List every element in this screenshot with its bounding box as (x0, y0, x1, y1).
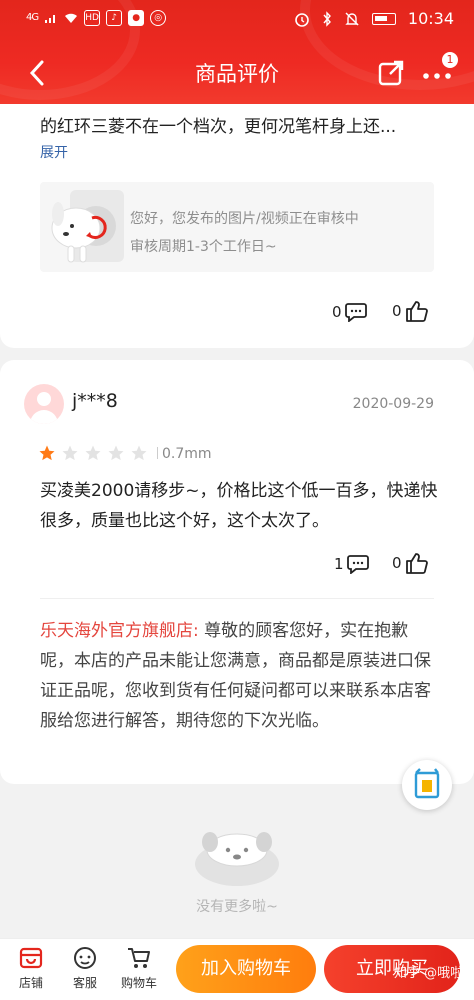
watermark: 知乎 @哦啦 (394, 966, 464, 981)
app-notify-icon: ◎ (150, 10, 167, 26)
star-empty-icon (108, 445, 124, 461)
divider (157, 447, 158, 459)
star-empty-icon (85, 445, 101, 461)
review-card: j***8 2020-09-29 0.7mm 买凌美2000请移步~，价格比这个… (0, 360, 474, 784)
comment-button[interactable]: 1 (334, 554, 369, 574)
signal-label: 4G (26, 12, 39, 23)
ask-button[interactable] (402, 760, 452, 810)
tab-customer-service[interactable]: 客服 (58, 945, 112, 991)
divider (40, 598, 434, 599)
comment-icon (344, 303, 367, 322)
wifi-icon (65, 13, 78, 23)
tab-label: 客服 (72, 976, 97, 990)
star-filled-icon (39, 445, 55, 461)
review-date: 2020-09-29 (352, 396, 434, 412)
clock: 10:34 (407, 9, 454, 28)
comment-count: 0 (332, 303, 342, 321)
share-icon[interactable] (378, 60, 404, 86)
review-text: 的红环三菱不在一个档次，更何况笔杆身上还... (40, 117, 397, 137)
joy-dog-mascot-icon (51, 190, 124, 263)
top-header: 4G HD ♪ ● ◎ 10:34 商品评价 1 (0, 0, 474, 104)
username: j***8 (72, 390, 118, 412)
avatar-placeholder-icon (30, 392, 58, 424)
cart-icon (128, 948, 150, 968)
like-button[interactable]: 0 (392, 552, 429, 574)
signal-icon (45, 15, 56, 23)
thumbs-up-icon (405, 301, 428, 322)
store-icon (19, 947, 43, 969)
joy-dog-mascot-icon (195, 832, 279, 886)
alarm-icon (295, 12, 309, 27)
tab-cart[interactable]: 购物车 (112, 945, 166, 991)
question-icon (414, 768, 440, 799)
shop-reply: 乐天海外官方旗舰店: 尊敬的顾客您好，实在抱歉呢，本店的产品未能让您满意，商品都… (40, 616, 440, 736)
tab-label: 店铺 (18, 976, 43, 990)
status-bar: 4G HD ♪ ● ◎ 10:34 (0, 0, 474, 38)
battery-icon (371, 12, 396, 25)
nav-bar: 商品评价 1 (0, 46, 474, 104)
app-notify-icon: ● (128, 10, 145, 26)
media-review-notice: 您好，您发布的图片/视频正在审核中 审核周期1-3个工作日~ (40, 182, 434, 272)
star-empty-icon (131, 445, 147, 461)
tab-store[interactable]: 店铺 (4, 945, 58, 991)
mute-icon (345, 12, 359, 25)
star-rating (38, 444, 158, 462)
comment-button[interactable]: 0 (332, 302, 367, 322)
end-of-list-text: 没有更多啦~ (196, 899, 278, 915)
product-spec: 0.7mm (162, 446, 212, 462)
star-empty-icon (62, 445, 78, 461)
comment-icon (346, 555, 369, 574)
shop-name: 乐天海外官方旗舰店: (40, 621, 199, 641)
like-button[interactable]: 0 (392, 300, 429, 322)
like-count: 0 (392, 554, 402, 572)
like-count: 0 (392, 302, 402, 320)
hd-icon: HD (84, 10, 101, 26)
customer-service-icon (74, 947, 96, 969)
expand-link[interactable]: 展开 (40, 142, 68, 162)
review-notice-text: 审核周期1-3个工作日~ (130, 239, 277, 255)
avatar (24, 384, 64, 424)
thumbs-up-icon (405, 553, 428, 574)
bluetooth-icon (323, 10, 331, 27)
review-card: 的红环三菱不在一个档次，更何况笔杆身上还... 展开 您好，您发布的图片/视频正… (0, 104, 474, 348)
notification-badge: 1 (442, 52, 458, 68)
tab-label: 购物车 (120, 976, 157, 990)
add-to-cart-button[interactable]: 加入购物车 (176, 945, 316, 993)
comment-count: 1 (334, 555, 344, 573)
music-app-icon: ♪ (106, 10, 123, 26)
review-text: 买凌美2000请移步~，价格比这个低一百多，快递快很多，质量也比这个好，这个太次… (40, 481, 438, 531)
review-notice-text: 您好，您发布的图片/视频正在审核中 (130, 211, 359, 227)
